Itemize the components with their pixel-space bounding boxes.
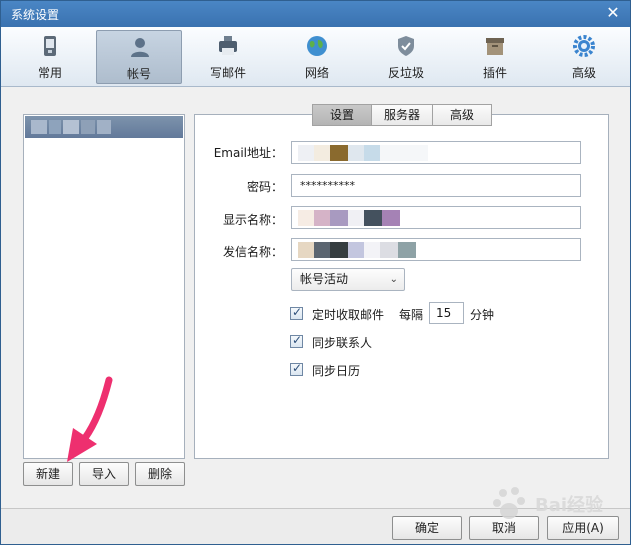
account-list-item[interactable] <box>25 116 183 138</box>
tab-server[interactable]: 服务器 <box>371 104 433 126</box>
display-name-field[interactable] <box>291 206 581 229</box>
sender-name-field[interactable] <box>291 238 581 261</box>
new-account-button[interactable]: 新建 <box>23 462 73 486</box>
checkmark-icon: ✓ <box>292 361 303 375</box>
display-name-label: 显示名称： <box>222 213 283 227</box>
plugin-box-icon <box>486 38 504 55</box>
settings-window: 系统设置 ✕ 常用 帐号 写邮件 网络 反垃圾 插件 高级 新建 导入 删除 设… <box>0 0 631 545</box>
checkmark-icon: ✓ <box>292 305 303 319</box>
phone-icon <box>44 36 56 56</box>
toolbar-label: 网络 <box>304 66 329 80</box>
title-bar: 系统设置 ✕ <box>1 1 630 27</box>
sync-contacts-label: 同步联系人 <box>312 336 373 350</box>
tab-advanced[interactable]: 高级 <box>432 104 492 126</box>
email-label: Email地址： <box>213 146 283 160</box>
interval-unit: 分钟 <box>470 308 495 322</box>
sync-calendar-checkbox[interactable]: ✓ <box>290 361 303 376</box>
ok-button[interactable]: 确定 <box>392 516 462 540</box>
apply-button[interactable]: 应用(A) <box>547 516 619 540</box>
toolbar-label: 帐号 <box>126 67 151 81</box>
globe-icon <box>307 36 327 56</box>
shield-icon <box>398 36 414 56</box>
account-list <box>23 114 185 459</box>
interval-prefix: 每隔 <box>399 308 424 322</box>
toolbar-item-plugins[interactable]: 插件 <box>452 30 538 84</box>
toolbar-item-antispam[interactable]: 反垃圾 <box>363 30 449 84</box>
toolbar-item-compose[interactable]: 写邮件 <box>185 30 271 84</box>
toolbar-item-account[interactable]: 帐号 <box>96 30 182 84</box>
email-field[interactable] <box>291 141 581 164</box>
toolbar-label: 写邮件 <box>209 66 246 80</box>
interval-input[interactable]: 15 <box>429 302 464 324</box>
chevron-down-icon: ⌄ <box>389 274 398 285</box>
checkmark-icon: ✓ <box>292 333 303 347</box>
delete-button[interactable]: 删除 <box>135 462 185 486</box>
tab-settings[interactable]: 设置 <box>312 104 372 126</box>
account-status-dropdown[interactable]: 帐号活动 ⌄ <box>291 268 405 291</box>
close-icon[interactable]: ✕ <box>604 4 622 22</box>
category-toolbar: 常用 帐号 写邮件 网络 反垃圾 插件 高级 <box>1 27 630 87</box>
gear-icon <box>573 35 595 57</box>
toolbar-item-advanced[interactable]: 高级 <box>541 30 627 84</box>
toolbar-label: 高级 <box>571 66 596 80</box>
window-title: 系统设置 <box>11 8 60 22</box>
sync-contacts-checkbox[interactable]: ✓ <box>290 333 303 348</box>
toolbar-item-general[interactable]: 常用 <box>7 30 93 84</box>
timed-fetch-label: 定时收取邮件 <box>312 308 385 322</box>
password-label: 密码： <box>246 180 283 194</box>
password-field[interactable]: ********** <box>291 174 581 197</box>
account-status-value: 帐号活动 <box>300 272 349 286</box>
user-icon <box>131 38 149 57</box>
toolbar-item-network[interactable]: 网络 <box>274 30 360 84</box>
import-button[interactable]: 导入 <box>79 462 129 486</box>
cancel-button[interactable]: 取消 <box>469 516 539 540</box>
sync-calendar-label: 同步日历 <box>312 364 361 378</box>
sender-name-label: 发信名称： <box>222 245 283 259</box>
compose-icon <box>219 36 237 55</box>
toolbar-label: 插件 <box>482 66 507 80</box>
toolbar-label: 常用 <box>37 66 62 80</box>
timed-fetch-checkbox[interactable]: ✓ <box>290 305 303 320</box>
toolbar-label: 反垃圾 <box>387 66 424 80</box>
